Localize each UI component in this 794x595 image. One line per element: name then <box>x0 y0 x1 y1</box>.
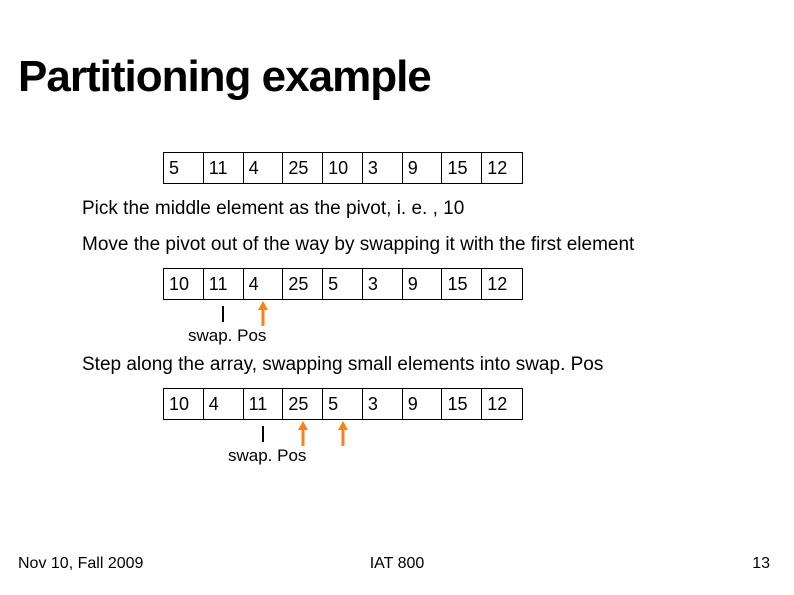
footer-course: IAT 800 <box>0 555 794 573</box>
array-1: 5 11 4 25 10 3 9 15 12 <box>163 152 523 184</box>
cell: 4 <box>204 389 244 419</box>
cell: 3 <box>363 389 403 419</box>
cell: 4 <box>244 153 284 183</box>
cell: 12 <box>482 389 522 419</box>
slide-title: Partitioning example <box>18 52 431 102</box>
cell: 11 <box>204 153 244 183</box>
slide-content: 5 11 4 25 10 3 9 15 12 Pick the middle e… <box>0 152 794 470</box>
cell: 12 <box>482 269 522 299</box>
cell: 15 <box>442 389 482 419</box>
swap-pos-label: swap. Pos <box>228 446 306 466</box>
cell: 10 <box>164 389 204 419</box>
cell: 15 <box>442 269 482 299</box>
cell: 5 <box>164 153 204 183</box>
cell: 9 <box>403 389 443 419</box>
cell: 11 <box>244 389 284 419</box>
array-3: 10 4 11 25 5 3 9 15 12 <box>163 388 523 420</box>
description-2: Move the pivot out of the way by swappin… <box>0 234 794 256</box>
footer-page-number: 13 <box>752 555 770 573</box>
cell: 3 <box>363 269 403 299</box>
cell: 25 <box>283 269 323 299</box>
cell: 15 <box>442 153 482 183</box>
cell: 10 <box>323 153 363 183</box>
cell: 12 <box>482 153 522 183</box>
swap-pos-label: swap. Pos <box>188 326 266 346</box>
annotation-row-2: swap. Pos <box>0 300 794 350</box>
cell: 5 <box>323 269 363 299</box>
cell: 25 <box>283 389 323 419</box>
annotation-row-3: swap. Pos <box>0 420 794 470</box>
description-3: Step along the array, swapping small ele… <box>0 354 794 376</box>
description-1: Pick the middle element as the pivot, i.… <box>0 198 794 220</box>
cell: 10 <box>164 269 204 299</box>
cell: 3 <box>363 153 403 183</box>
cell: 9 <box>403 153 443 183</box>
cell: 25 <box>283 153 323 183</box>
cell: 9 <box>403 269 443 299</box>
cell: 11 <box>204 269 244 299</box>
cell: 5 <box>323 389 363 419</box>
cell: 4 <box>244 269 284 299</box>
array-2: 10 11 4 25 5 3 9 15 12 <box>163 268 523 300</box>
